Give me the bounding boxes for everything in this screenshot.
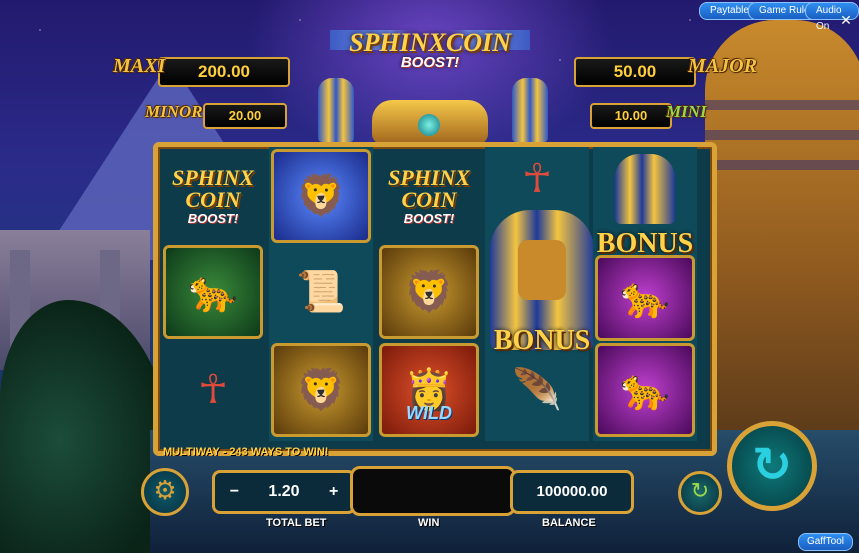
white-lion-icon: 🦁 <box>271 149 371 243</box>
scroll-glyph: 📜 <box>296 269 346 315</box>
leopard-glyph: 🐆 <box>188 269 238 315</box>
wild-symbol: 👸 WILD <box>379 343 479 437</box>
sphinx-symbol-line2: COIN <box>185 186 241 212</box>
sphinx-symbol-line3: BOOST! <box>403 210 455 226</box>
ways-to-win-text: MULTIWAY - 243 WAYS TO WIN! <box>163 446 329 458</box>
bet-value: 1.20 <box>268 483 300 500</box>
lion-icon: 🦁 <box>271 343 371 437</box>
wild-label: WILD <box>406 403 452 423</box>
total-bet-label: TOTAL BET <box>266 517 327 529</box>
game-logo: SPHINXCOIN BOOST! <box>335 28 525 98</box>
pharaoh-icon <box>595 149 695 229</box>
lion-glyph: 🦁 <box>404 269 454 315</box>
turquoise-gem <box>418 114 440 136</box>
autoplay-icon[interactable]: ↻ <box>678 471 722 515</box>
win-display <box>350 466 516 516</box>
cheetah-glyph: 🐆 <box>620 275 670 321</box>
minor-jackpot-label: MINOR <box>145 102 203 121</box>
bonus-label: BONUS <box>596 228 694 259</box>
sphinx-coin-boost-symbol: SPHINX COIN BOOST! <box>379 149 479 243</box>
balance-display: 100000.00 <box>510 470 634 514</box>
scarab-ornament <box>372 100 488 144</box>
settings-gear-icon[interactable]: ⚙ <box>141 468 189 516</box>
bet-increase-button[interactable]: + <box>329 483 338 501</box>
cheetah-glyph: 🐆 <box>620 367 670 413</box>
right-pharaoh-statue <box>512 78 548 142</box>
reel-1: SPHINX COIN BOOST! 🐆 ☥ <box>161 147 265 441</box>
ankh-fan-icon: ☥ <box>487 149 587 209</box>
sphinx-coin-boost-symbol: SPHINX COIN BOOST! <box>163 149 263 243</box>
major-jackpot-value: 50.00 <box>574 57 696 87</box>
sphinx-symbol-line2: COIN <box>401 186 457 212</box>
spin-button[interactable]: ↻ <box>727 421 817 511</box>
ankh-fan-icon: ☥ <box>163 343 263 437</box>
close-icon[interactable]: ✕ <box>839 14 853 28</box>
reel-5: 🐆 🐆 <box>593 147 697 441</box>
ankh-glyph: ☥ <box>198 367 228 413</box>
bonus-label: BONUS <box>493 325 591 356</box>
lion-icon: 🦁 <box>379 245 479 339</box>
sphinx-symbol-line3: BOOST! <box>187 210 239 226</box>
bet-selector: − 1.20 + <box>212 470 356 514</box>
balance-label: BALANCE <box>542 517 596 529</box>
pharaoh-headdress <box>615 154 675 224</box>
maxi-jackpot-value: 200.00 <box>158 57 290 87</box>
left-pharaoh-statue <box>318 78 354 142</box>
white-lion-glyph: 🦁 <box>296 173 346 219</box>
pharaoh-face <box>518 240 566 300</box>
mini-jackpot-label: MINI <box>666 102 707 121</box>
reel-3: SPHINX COIN BOOST! 🦁 👸 WILD <box>377 147 481 441</box>
game-stage: Paytable Game Rules Audio On ✕ 200.00 MA… <box>0 0 859 553</box>
win-label: WIN <box>418 517 440 529</box>
lion-glyph: 🦁 <box>296 367 346 413</box>
feather-glyph: 🪶 <box>512 367 562 413</box>
mini-jackpot-value: 10.00 <box>590 103 672 129</box>
cheetah-icon: 🐆 <box>595 255 695 341</box>
sphinx-statue-background <box>705 20 859 440</box>
cheetah-icon: 🐆 <box>595 343 695 437</box>
maxi-jackpot-label: MAXI <box>113 55 166 77</box>
peacock-feather-icon: 🪶 <box>487 343 587 437</box>
major-jackpot-label: MAJOR <box>688 55 757 77</box>
scroll-icon: 📜 <box>271 245 371 339</box>
ankh-glyph: ☥ <box>522 156 552 202</box>
minor-jackpot-value: 20.00 <box>203 103 287 129</box>
bet-decrease-button[interactable]: − <box>230 483 239 501</box>
reel-2: 🦁 📜 🦁 <box>269 147 373 441</box>
gafftool-button[interactable]: GaffTool <box>797 533 853 551</box>
leopard-icon: 🐆 <box>163 245 263 339</box>
